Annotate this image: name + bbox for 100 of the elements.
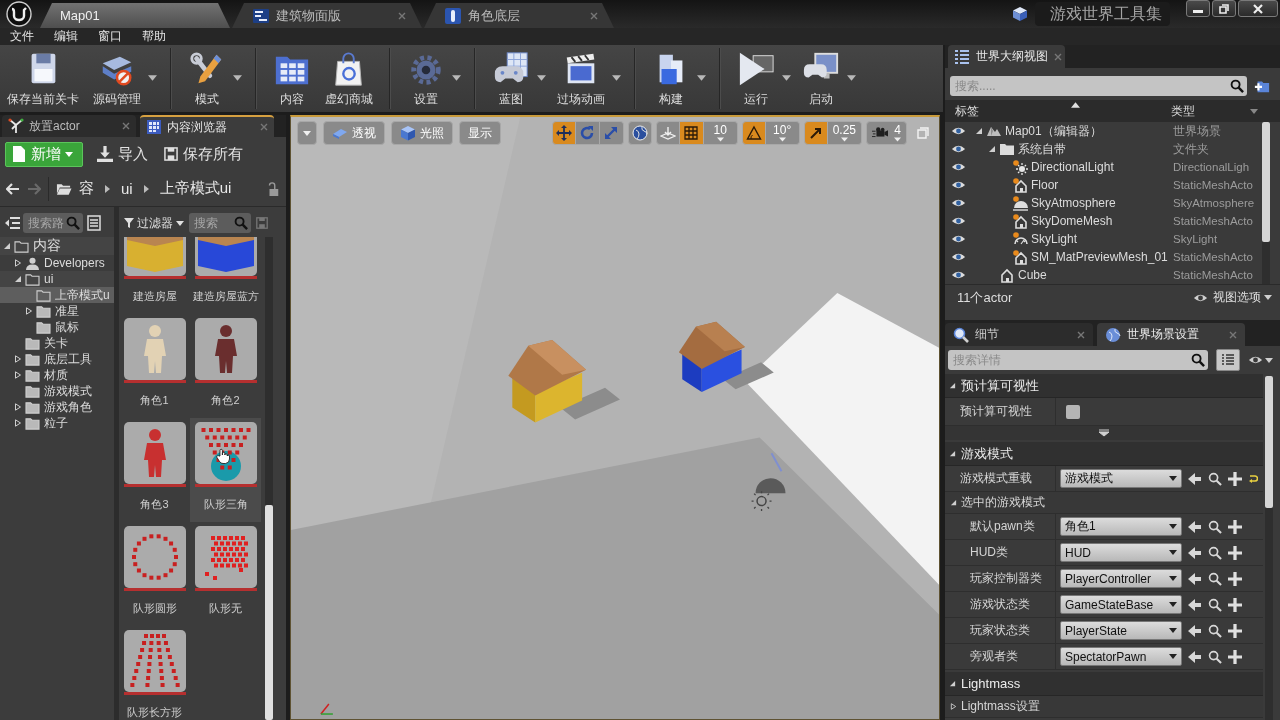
plus-icon[interactable] bbox=[1228, 623, 1242, 638]
coordinate-space-button[interactable] bbox=[627, 121, 652, 145]
close-icon[interactable] bbox=[1077, 330, 1085, 339]
expanded-arrow-icon[interactable] bbox=[949, 382, 956, 389]
modes-button[interactable]: 模式 bbox=[181, 45, 233, 108]
eye-icon[interactable] bbox=[951, 162, 966, 172]
folder-tree-item[interactable]: 材质 bbox=[0, 367, 114, 383]
list-icon[interactable] bbox=[86, 215, 102, 231]
close-icon[interactable] bbox=[1229, 330, 1237, 339]
cube-icon[interactable] bbox=[1011, 5, 1029, 23]
class-dropdown[interactable]: PlayerController bbox=[1060, 569, 1182, 588]
import-button[interactable]: 导入 bbox=[95, 144, 150, 164]
list-arrow-icon[interactable] bbox=[4, 215, 20, 231]
source-control-button[interactable]: 源码管理 bbox=[86, 45, 148, 108]
asset-tile[interactable]: 队形长方形 bbox=[119, 626, 190, 720]
scale-snap-toggle[interactable] bbox=[803, 121, 828, 145]
plus-icon[interactable] bbox=[1228, 597, 1242, 612]
panel-tab[interactable]: 世界大纲视图 bbox=[948, 45, 1065, 68]
eye-icon[interactable] bbox=[951, 270, 966, 280]
eye-icon[interactable] bbox=[951, 234, 966, 244]
outliner-row[interactable]: SkyAtmosphere SkyAtmosphere bbox=[945, 194, 1262, 212]
build-button[interactable]: 构建 bbox=[645, 45, 697, 108]
checkbox[interactable] bbox=[1066, 404, 1080, 419]
caret-icon[interactable] bbox=[697, 75, 706, 81]
play-button[interactable]: 运行 bbox=[730, 45, 782, 108]
column-header[interactable]: 类型 bbox=[1167, 100, 1199, 122]
save-all-button[interactable]: 保存所有 bbox=[162, 144, 245, 164]
folder-tree-item[interactable]: ui bbox=[0, 271, 114, 287]
document-tab[interactable]: 角色底层 bbox=[424, 3, 614, 28]
plus-icon[interactable] bbox=[1228, 471, 1242, 486]
class-dropdown[interactable]: 游戏模式 bbox=[1060, 469, 1182, 488]
asset-tile[interactable]: 队形三角 bbox=[190, 418, 261, 522]
launch-button[interactable]: 启动 bbox=[795, 45, 847, 108]
arrow-left-icon[interactable] bbox=[1188, 623, 1202, 638]
breadcrumb-item[interactable]: 容 bbox=[79, 179, 94, 198]
rotate-tool-button[interactable] bbox=[575, 121, 600, 145]
plus-icon[interactable] bbox=[1228, 545, 1242, 560]
folder-tree-item[interactable]: 关卡 bbox=[0, 335, 114, 351]
search-field[interactable]: 搜索..... bbox=[950, 76, 1247, 96]
search-icon[interactable] bbox=[1208, 571, 1222, 586]
menu-item[interactable]: 文件 bbox=[0, 28, 44, 45]
search-icon[interactable] bbox=[1208, 519, 1222, 534]
document-tab[interactable]: Map01 bbox=[40, 3, 230, 28]
caret-icon[interactable] bbox=[1250, 108, 1258, 114]
asset-tile[interactable]: 角色1 bbox=[119, 314, 190, 418]
close-icon[interactable] bbox=[398, 11, 406, 20]
eye-icon[interactable] bbox=[951, 180, 966, 190]
blueprints-button[interactable]: 蓝图 bbox=[485, 45, 537, 108]
close-icon[interactable] bbox=[122, 122, 130, 130]
asset-tile[interactable]: 角色2 bbox=[190, 314, 261, 418]
folder-tree-item[interactable]: 游戏模式 bbox=[0, 383, 114, 399]
class-dropdown[interactable]: SpectatorPawn bbox=[1060, 647, 1182, 666]
plus-icon[interactable] bbox=[1228, 649, 1242, 664]
caret-icon[interactable] bbox=[847, 75, 856, 81]
folder-tree-item[interactable]: 鼠标 bbox=[0, 319, 114, 335]
collapsed-arrow-icon[interactable] bbox=[14, 419, 22, 427]
close-icon[interactable] bbox=[260, 123, 268, 131]
content-button[interactable]: 内容 bbox=[266, 45, 318, 108]
arrow-left-icon[interactable] bbox=[1188, 471, 1202, 486]
eye-icon[interactable] bbox=[951, 126, 966, 136]
collapsed-arrow-icon[interactable] bbox=[14, 355, 22, 363]
search-icon[interactable] bbox=[1208, 649, 1222, 664]
scrollbar-thumb[interactable] bbox=[265, 505, 273, 720]
collapsed-arrow-icon[interactable] bbox=[14, 371, 22, 379]
outliner-row[interactable]: Floor StaticMeshActo bbox=[945, 176, 1262, 194]
search-icon[interactable] bbox=[1191, 353, 1205, 367]
asset-tile[interactable]: 建造房屋 bbox=[119, 237, 190, 314]
caret-icon[interactable] bbox=[148, 75, 157, 81]
close-window-button[interactable] bbox=[1238, 0, 1278, 17]
panel-tab[interactable]: 细节 bbox=[945, 323, 1093, 346]
property-matrix-button[interactable] bbox=[1216, 349, 1240, 371]
breadcrumb-item[interactable]: ui bbox=[121, 180, 133, 197]
column-header[interactable]: 标签 bbox=[951, 100, 1167, 122]
visibility-filter-button[interactable] bbox=[1248, 355, 1273, 365]
search-icon[interactable] bbox=[1208, 623, 1222, 638]
arrow-left-icon[interactable] bbox=[1188, 597, 1202, 612]
search-icon[interactable] bbox=[1208, 471, 1222, 486]
category-header[interactable]: 游戏模式 bbox=[945, 442, 1263, 466]
caret-icon[interactable] bbox=[612, 75, 621, 81]
panel-tab[interactable]: 世界场景设置 bbox=[1097, 323, 1245, 346]
folder-tree-item[interactable]: 游戏角色 bbox=[0, 399, 114, 415]
caret-icon[interactable] bbox=[452, 75, 461, 81]
search-icon[interactable] bbox=[1230, 79, 1244, 93]
outliner-row[interactable]: 系统自带 文件夹 bbox=[945, 140, 1262, 158]
folder-tree-item[interactable]: 底层工具 bbox=[0, 351, 114, 367]
scrollbar-thumb[interactable] bbox=[1265, 376, 1273, 508]
close-icon[interactable] bbox=[1054, 52, 1062, 61]
breadcrumb-item[interactable]: 上帝模式ui bbox=[159, 179, 232, 198]
expanded-arrow-icon[interactable] bbox=[14, 275, 22, 283]
plus-icon[interactable] bbox=[1228, 519, 1242, 534]
filter-button[interactable]: 过滤器 bbox=[124, 214, 184, 232]
asset-tile[interactable]: 队形圆形 bbox=[119, 522, 190, 626]
collapsed-arrow-icon[interactable] bbox=[25, 307, 33, 315]
asset-tile[interactable]: 建造房屋蓝方 bbox=[190, 237, 261, 314]
collapsed-arrow-icon[interactable] bbox=[950, 703, 957, 710]
class-dropdown[interactable]: HUD bbox=[1060, 543, 1182, 562]
outliner-row[interactable]: Map01（编辑器） 世界场景 bbox=[945, 122, 1262, 140]
eye-icon[interactable] bbox=[951, 144, 966, 154]
unlocked-padlock-icon[interactable] bbox=[266, 181, 280, 196]
menu-item[interactable]: 窗口 bbox=[88, 28, 132, 45]
